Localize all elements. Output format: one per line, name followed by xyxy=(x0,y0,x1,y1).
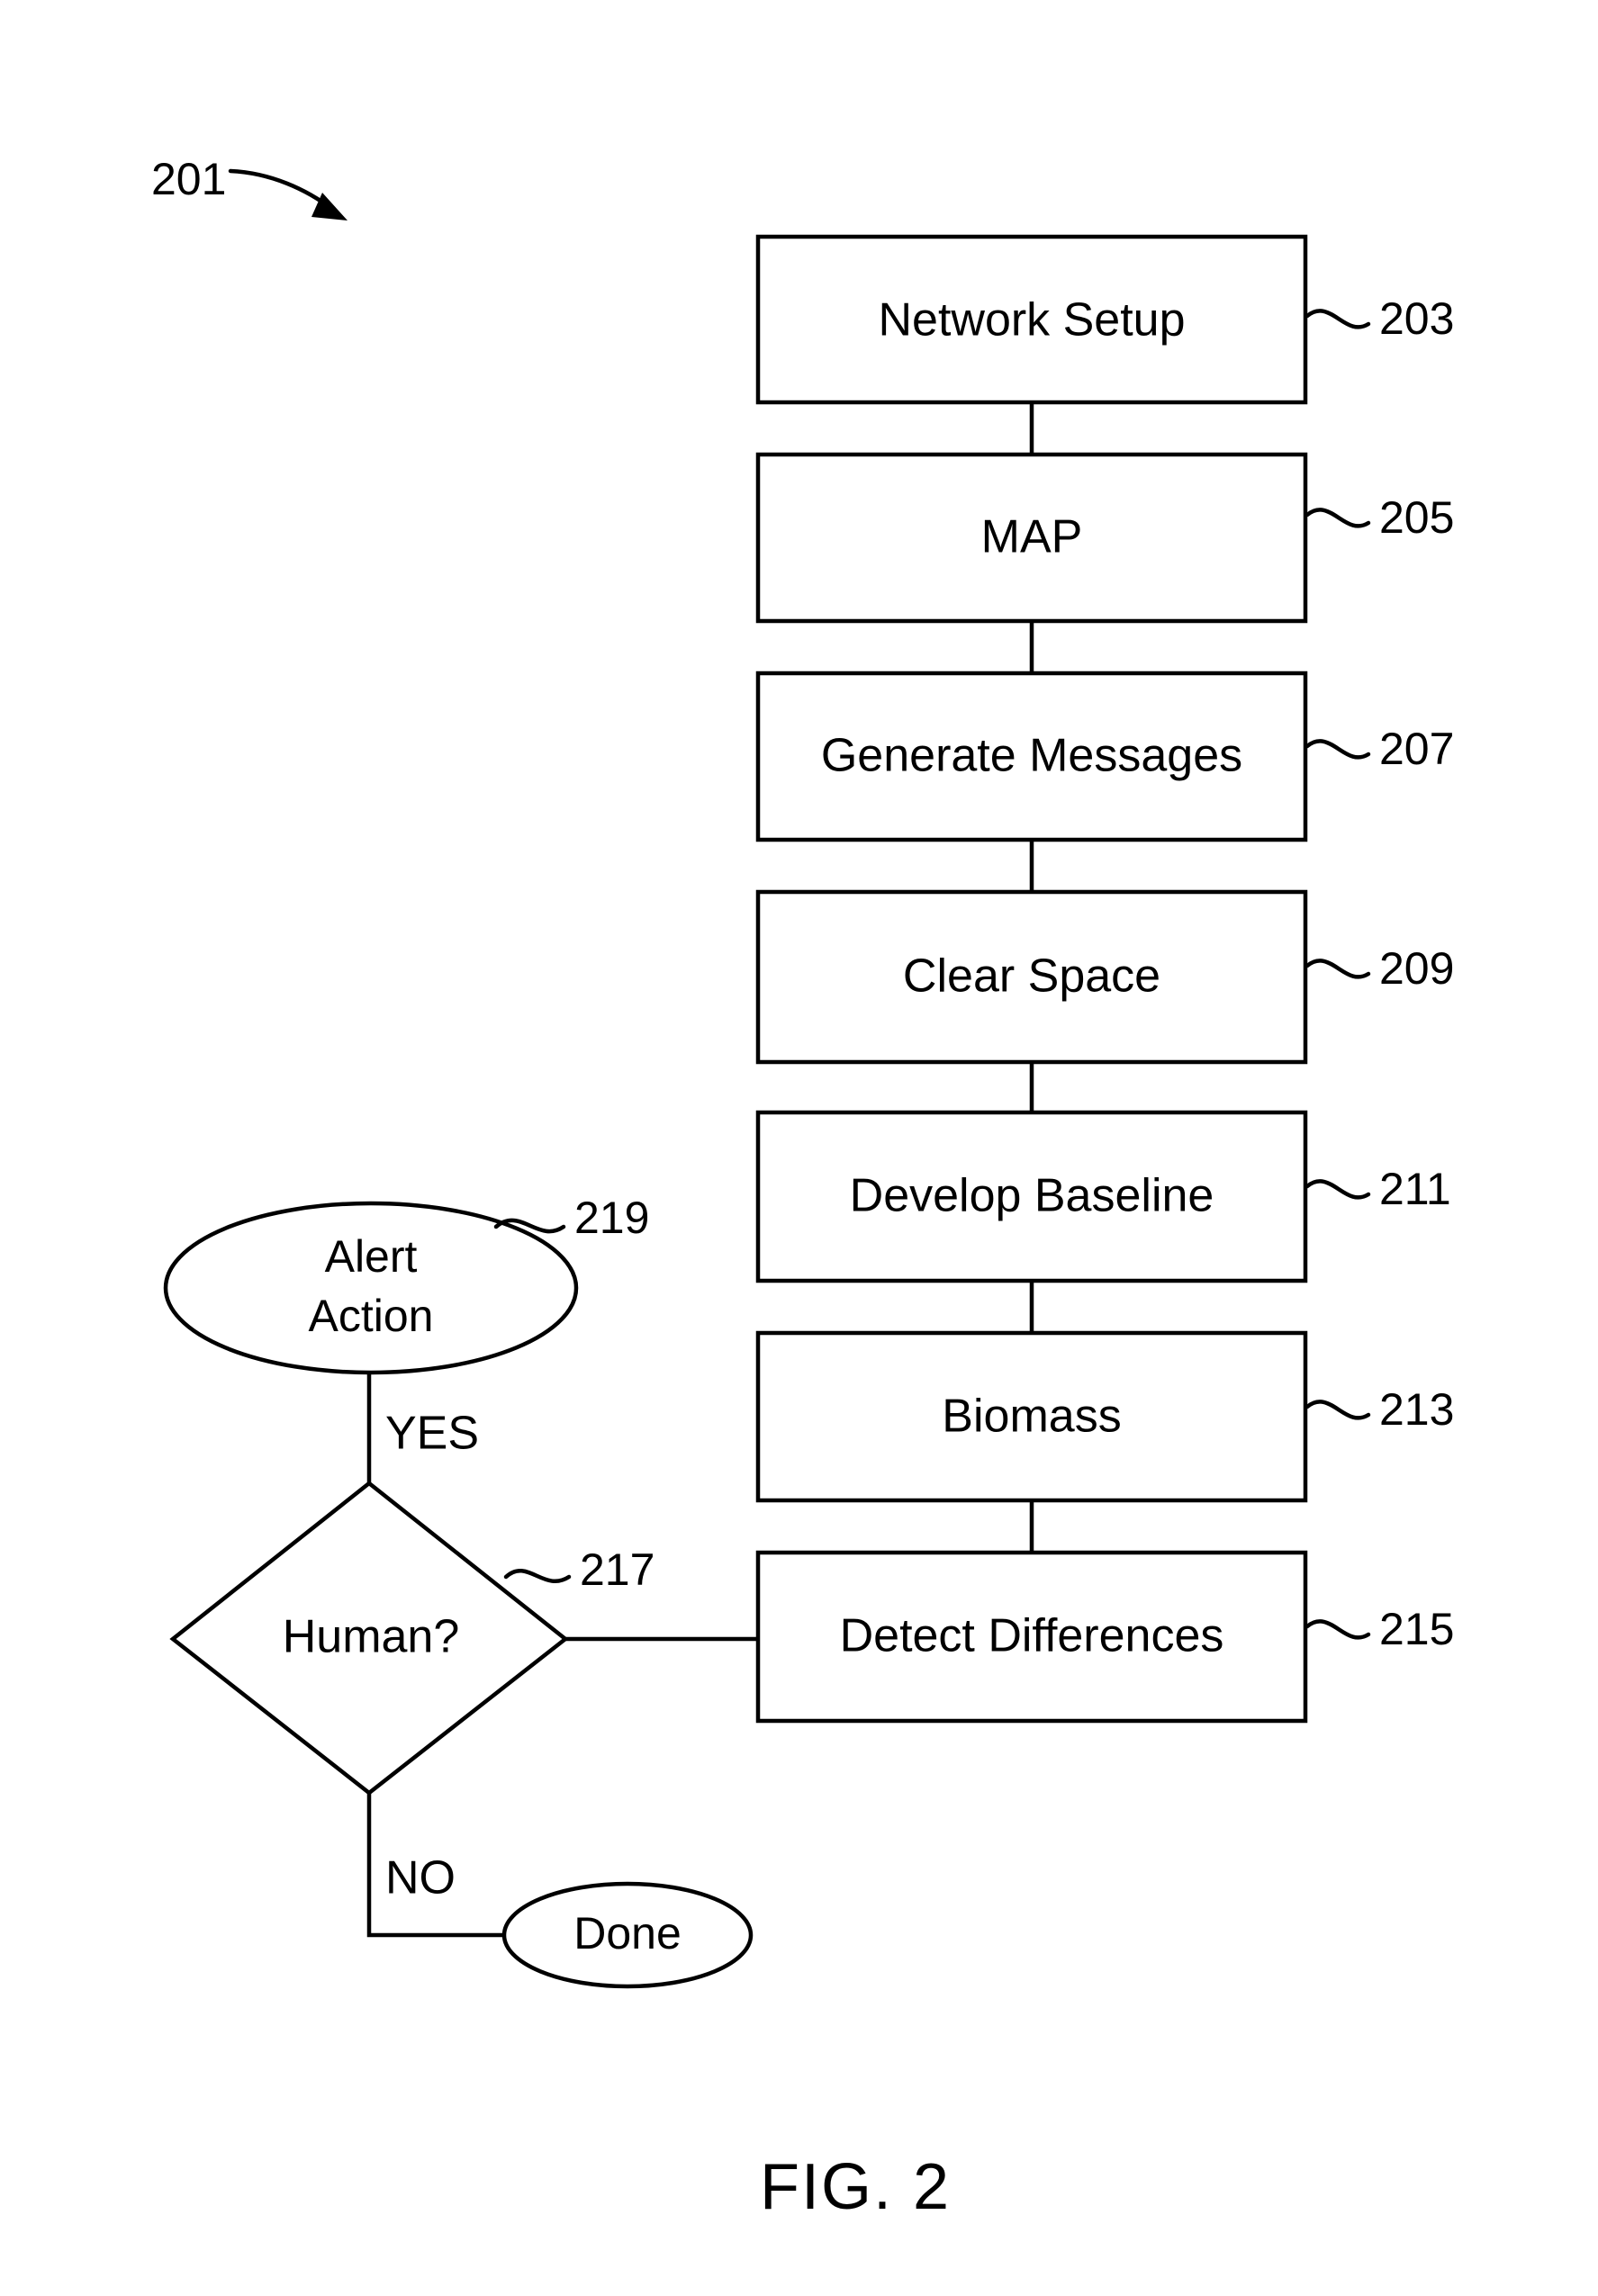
ref-203: 203 xyxy=(1305,293,1454,344)
ref-219-label: 219 xyxy=(574,1193,649,1243)
process-box-biomass-label: Biomass xyxy=(942,1391,1121,1443)
ref-205-label: 205 xyxy=(1379,492,1454,543)
patent-figure-page: 201 Network Setup 203 MAP 205 Generate M… xyxy=(0,0,1598,2296)
terminal-alert-action[interactable]: Alert Action xyxy=(163,1201,579,1375)
ref-213-leader xyxy=(1305,1400,1371,1420)
process-box-generate-messages[interactable]: Generate Messages xyxy=(755,671,1308,842)
ref-211: 211 xyxy=(1305,1164,1451,1214)
edge-label-yes: YES xyxy=(385,1408,479,1460)
ref-217-label: 217 xyxy=(580,1544,655,1595)
decision-human-label: Human? xyxy=(283,1611,460,1663)
ref-207: 207 xyxy=(1305,724,1454,774)
terminal-done[interactable]: Done xyxy=(501,1881,754,1989)
process-box-detect-differences-label: Detect Differences xyxy=(840,1610,1224,1662)
ref-211-label: 211 xyxy=(1379,1164,1451,1214)
process-box-network-setup[interactable]: Network Setup xyxy=(755,234,1308,405)
ref-207-label: 207 xyxy=(1379,724,1454,774)
terminal-alert-action-label-line2: Action xyxy=(309,1291,434,1341)
ref-213-label: 213 xyxy=(1379,1384,1454,1435)
process-box-develop-baseline-label: Develop Baseline xyxy=(850,1170,1214,1222)
terminal-alert-action-label-line1: Alert xyxy=(325,1231,418,1282)
figure-caption: FIG. 2 xyxy=(760,2151,951,2223)
process-box-network-setup-label: Network Setup xyxy=(878,294,1185,347)
ref-209-leader xyxy=(1305,959,1371,979)
ref-209: 209 xyxy=(1305,943,1454,994)
process-box-develop-baseline[interactable]: Develop Baseline xyxy=(755,1110,1308,1283)
ref-205-leader xyxy=(1305,508,1371,528)
ref-203-leader xyxy=(1305,309,1371,329)
edge-label-no: NO xyxy=(385,1852,456,1904)
process-box-clear-space[interactable]: Clear Space xyxy=(755,889,1308,1065)
ref-217: 217 xyxy=(503,1544,655,1595)
ref-207-leader xyxy=(1305,739,1371,760)
ref-203-label: 203 xyxy=(1379,293,1454,344)
ref-217-leader xyxy=(503,1569,572,1584)
ref-205: 205 xyxy=(1305,492,1454,543)
ref-209-label: 209 xyxy=(1379,943,1454,994)
terminal-alert-action-ellipse xyxy=(163,1201,579,1375)
process-box-detect-differences[interactable]: Detect Differences xyxy=(755,1550,1308,1724)
ref-215-leader xyxy=(1305,1619,1371,1640)
process-box-generate-messages-label: Generate Messages xyxy=(821,730,1242,782)
process-box-biomass[interactable]: Biomass xyxy=(755,1330,1308,1503)
process-box-map[interactable]: MAP xyxy=(755,452,1308,624)
ref-213: 213 xyxy=(1305,1384,1454,1435)
flowchart-svg: 201 Network Setup 203 MAP 205 Generate M… xyxy=(151,154,1454,2223)
decision-human[interactable]: Human? xyxy=(169,1481,569,1796)
ref-215: 215 xyxy=(1305,1604,1454,1654)
diagram-ref-201-label: 201 xyxy=(151,154,226,204)
ref-215-label: 215 xyxy=(1379,1604,1454,1654)
ref-211-leader xyxy=(1305,1179,1371,1200)
process-box-map-label: MAP xyxy=(981,511,1083,563)
diagram-ref-201: 201 xyxy=(151,154,348,221)
process-box-clear-space-label: Clear Space xyxy=(903,950,1160,1003)
terminal-done-label: Done xyxy=(573,1908,682,1958)
